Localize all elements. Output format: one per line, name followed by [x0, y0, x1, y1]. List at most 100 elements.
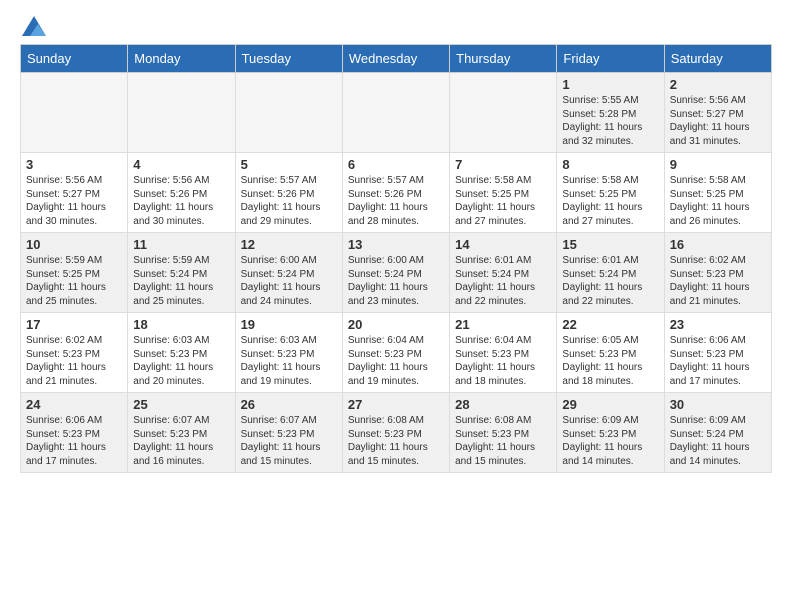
weekday-header-thursday: Thursday [450, 45, 557, 73]
day-number: 6 [348, 157, 444, 172]
calendar-week-1: 3Sunrise: 5:56 AMSunset: 5:27 PMDaylight… [21, 153, 772, 233]
calendar-cell: 27 Sunrise: 6:08 AMSunset: 5:23 PMDayligh… [342, 393, 449, 473]
calendar-header-row: SundayMondayTuesdayWednesdayThursdayFrid… [21, 45, 772, 73]
day-info: Sunrise: 6:07 AMSunset: 5:23 PMDaylight:… [241, 414, 337, 468]
calendar-week-4: 24 Sunrise: 6:06 AMSunset: 5:23 PMDayligh… [21, 393, 772, 473]
calendar-cell: 14 Sunrise: 6:01 AMSunset: 5:24 PMDayligh… [450, 233, 557, 313]
calendar-cell: 24 Sunrise: 6:06 AMSunset: 5:23 PMDayligh… [21, 393, 128, 473]
calendar-table: SundayMondayTuesdayWednesdayThursdayFrid… [20, 44, 772, 473]
calendar-cell: 15 Sunrise: 6:01 AMSunset: 5:24 PMDayligh… [557, 233, 664, 313]
day-info: Sunrise: 6:01 AMSunset: 5:24 PMDaylight:… [455, 254, 551, 308]
weekday-header-sunday: Sunday [21, 45, 128, 73]
day-number: 4 [133, 157, 229, 172]
day-info: Sunrise: 6:08 AMSunset: 5:23 PMDaylight:… [455, 414, 551, 468]
day-number: 26 [241, 397, 337, 412]
day-info: Sunrise: 6:08 AMSunset: 5:23 PMDaylight:… [348, 414, 444, 468]
calendar-cell: 26 Sunrise: 6:07 AMSunset: 5:23 PMDayligh… [235, 393, 342, 473]
day-number: 12 [241, 237, 337, 252]
logo-icon [22, 16, 46, 36]
calendar-cell: 9 Sunrise: 5:58 AMSunset: 5:25 PMDaylight… [664, 153, 771, 233]
weekday-header-saturday: Saturday [664, 45, 771, 73]
header [0, 0, 792, 44]
weekday-header-monday: Monday [128, 45, 235, 73]
day-number: 1 [562, 77, 658, 92]
calendar-cell: 6 Sunrise: 5:57 AMSunset: 5:26 PMDaylight… [342, 153, 449, 233]
calendar-cell [21, 73, 128, 153]
day-info: Sunrise: 6:00 AMSunset: 5:24 PMDaylight:… [241, 254, 337, 308]
day-info: Sunrise: 5:56 AMSunset: 5:26 PMDaylight:… [133, 174, 229, 228]
day-number: 16 [670, 237, 766, 252]
day-info: Sunrise: 6:03 AMSunset: 5:23 PMDaylight:… [241, 334, 337, 388]
day-number: 15 [562, 237, 658, 252]
day-info: Sunrise: 5:57 AMSunset: 5:26 PMDaylight:… [348, 174, 444, 228]
day-info: Sunrise: 5:59 AMSunset: 5:24 PMDaylight:… [133, 254, 229, 308]
calendar-cell: 21 Sunrise: 6:04 AMSunset: 5:23 PMDayligh… [450, 313, 557, 393]
day-number: 24 [26, 397, 122, 412]
day-number: 3 [26, 157, 122, 172]
day-number: 20 [348, 317, 444, 332]
calendar-cell: 16 Sunrise: 6:02 AMSunset: 5:23 PMDayligh… [664, 233, 771, 313]
day-info: Sunrise: 6:02 AMSunset: 5:23 PMDaylight:… [26, 334, 122, 388]
day-number: 9 [670, 157, 766, 172]
day-info: Sunrise: 6:09 AMSunset: 5:23 PMDaylight:… [562, 414, 658, 468]
calendar-week-2: 10 Sunrise: 5:59 AMSunset: 5:25 PMDayligh… [21, 233, 772, 313]
day-number: 23 [670, 317, 766, 332]
calendar-cell: 8 Sunrise: 5:58 AMSunset: 5:25 PMDaylight… [557, 153, 664, 233]
day-number: 10 [26, 237, 122, 252]
day-info: Sunrise: 6:04 AMSunset: 5:23 PMDaylight:… [348, 334, 444, 388]
day-info: Sunrise: 6:07 AMSunset: 5:23 PMDaylight:… [133, 414, 229, 468]
calendar-cell: 7 Sunrise: 5:58 AMSunset: 5:25 PMDaylight… [450, 153, 557, 233]
day-info: Sunrise: 6:09 AMSunset: 5:24 PMDaylight:… [670, 414, 766, 468]
day-number: 14 [455, 237, 551, 252]
day-number: 22 [562, 317, 658, 332]
day-number: 17 [26, 317, 122, 332]
calendar-week-3: 17 Sunrise: 6:02 AMSunset: 5:23 PMDayligh… [21, 313, 772, 393]
day-number: 2 [670, 77, 766, 92]
calendar-cell [235, 73, 342, 153]
calendar-cell: 22 Sunrise: 6:05 AMSunset: 5:23 PMDayligh… [557, 313, 664, 393]
day-number: 27 [348, 397, 444, 412]
day-number: 7 [455, 157, 551, 172]
day-number: 29 [562, 397, 658, 412]
calendar-cell: 11 Sunrise: 5:59 AMSunset: 5:24 PMDayligh… [128, 233, 235, 313]
calendar-cell: 25Sunrise: 6:07 AMSunset: 5:23 PMDayligh… [128, 393, 235, 473]
calendar-cell: 1 Sunrise: 5:55 AMSunset: 5:28 PMDaylight… [557, 73, 664, 153]
calendar-cell: 30Sunrise: 6:09 AMSunset: 5:24 PMDayligh… [664, 393, 771, 473]
calendar-cell: 10 Sunrise: 5:59 AMSunset: 5:25 PMDayligh… [21, 233, 128, 313]
page: SundayMondayTuesdayWednesdayThursdayFrid… [0, 0, 792, 612]
calendar-cell: 18 Sunrise: 6:03 AMSunset: 5:23 PMDayligh… [128, 313, 235, 393]
day-info: Sunrise: 6:04 AMSunset: 5:23 PMDaylight:… [455, 334, 551, 388]
calendar-cell: 3Sunrise: 5:56 AMSunset: 5:27 PMDaylight… [21, 153, 128, 233]
day-number: 11 [133, 237, 229, 252]
calendar-cell: 29 Sunrise: 6:09 AMSunset: 5:23 PMDayligh… [557, 393, 664, 473]
day-info: Sunrise: 5:58 AMSunset: 5:25 PMDaylight:… [455, 174, 551, 228]
calendar-cell: 2 Sunrise: 5:56 AMSunset: 5:27 PMDaylight… [664, 73, 771, 153]
day-number: 28 [455, 397, 551, 412]
calendar-cell [128, 73, 235, 153]
day-info: Sunrise: 5:56 AMSunset: 5:27 PMDaylight:… [670, 94, 766, 148]
day-info: Sunrise: 6:01 AMSunset: 5:24 PMDaylight:… [562, 254, 658, 308]
day-info: Sunrise: 6:06 AMSunset: 5:23 PMDaylight:… [670, 334, 766, 388]
day-info: Sunrise: 6:05 AMSunset: 5:23 PMDaylight:… [562, 334, 658, 388]
weekday-header-friday: Friday [557, 45, 664, 73]
logo [20, 16, 46, 36]
day-info: Sunrise: 6:06 AMSunset: 5:23 PMDaylight:… [26, 414, 122, 468]
day-info: Sunrise: 6:03 AMSunset: 5:23 PMDaylight:… [133, 334, 229, 388]
day-number: 5 [241, 157, 337, 172]
day-number: 18 [133, 317, 229, 332]
day-number: 21 [455, 317, 551, 332]
day-info: Sunrise: 5:57 AMSunset: 5:26 PMDaylight:… [241, 174, 337, 228]
day-info: Sunrise: 5:58 AMSunset: 5:25 PMDaylight:… [562, 174, 658, 228]
calendar-cell: 20 Sunrise: 6:04 AMSunset: 5:23 PMDayligh… [342, 313, 449, 393]
day-number: 8 [562, 157, 658, 172]
day-info: Sunrise: 5:55 AMSunset: 5:28 PMDaylight:… [562, 94, 658, 148]
day-info: Sunrise: 6:02 AMSunset: 5:23 PMDaylight:… [670, 254, 766, 308]
calendar-cell: 13Sunrise: 6:00 AMSunset: 5:24 PMDayligh… [342, 233, 449, 313]
calendar-week-0: 1 Sunrise: 5:55 AMSunset: 5:28 PMDaylight… [21, 73, 772, 153]
day-info: Sunrise: 5:58 AMSunset: 5:25 PMDaylight:… [670, 174, 766, 228]
calendar-wrapper: SundayMondayTuesdayWednesdayThursdayFrid… [0, 44, 792, 483]
day-info: Sunrise: 5:59 AMSunset: 5:25 PMDaylight:… [26, 254, 122, 308]
calendar-cell: 4 Sunrise: 5:56 AMSunset: 5:26 PMDaylight… [128, 153, 235, 233]
weekday-header-wednesday: Wednesday [342, 45, 449, 73]
calendar-cell: 28 Sunrise: 6:08 AMSunset: 5:23 PMDayligh… [450, 393, 557, 473]
